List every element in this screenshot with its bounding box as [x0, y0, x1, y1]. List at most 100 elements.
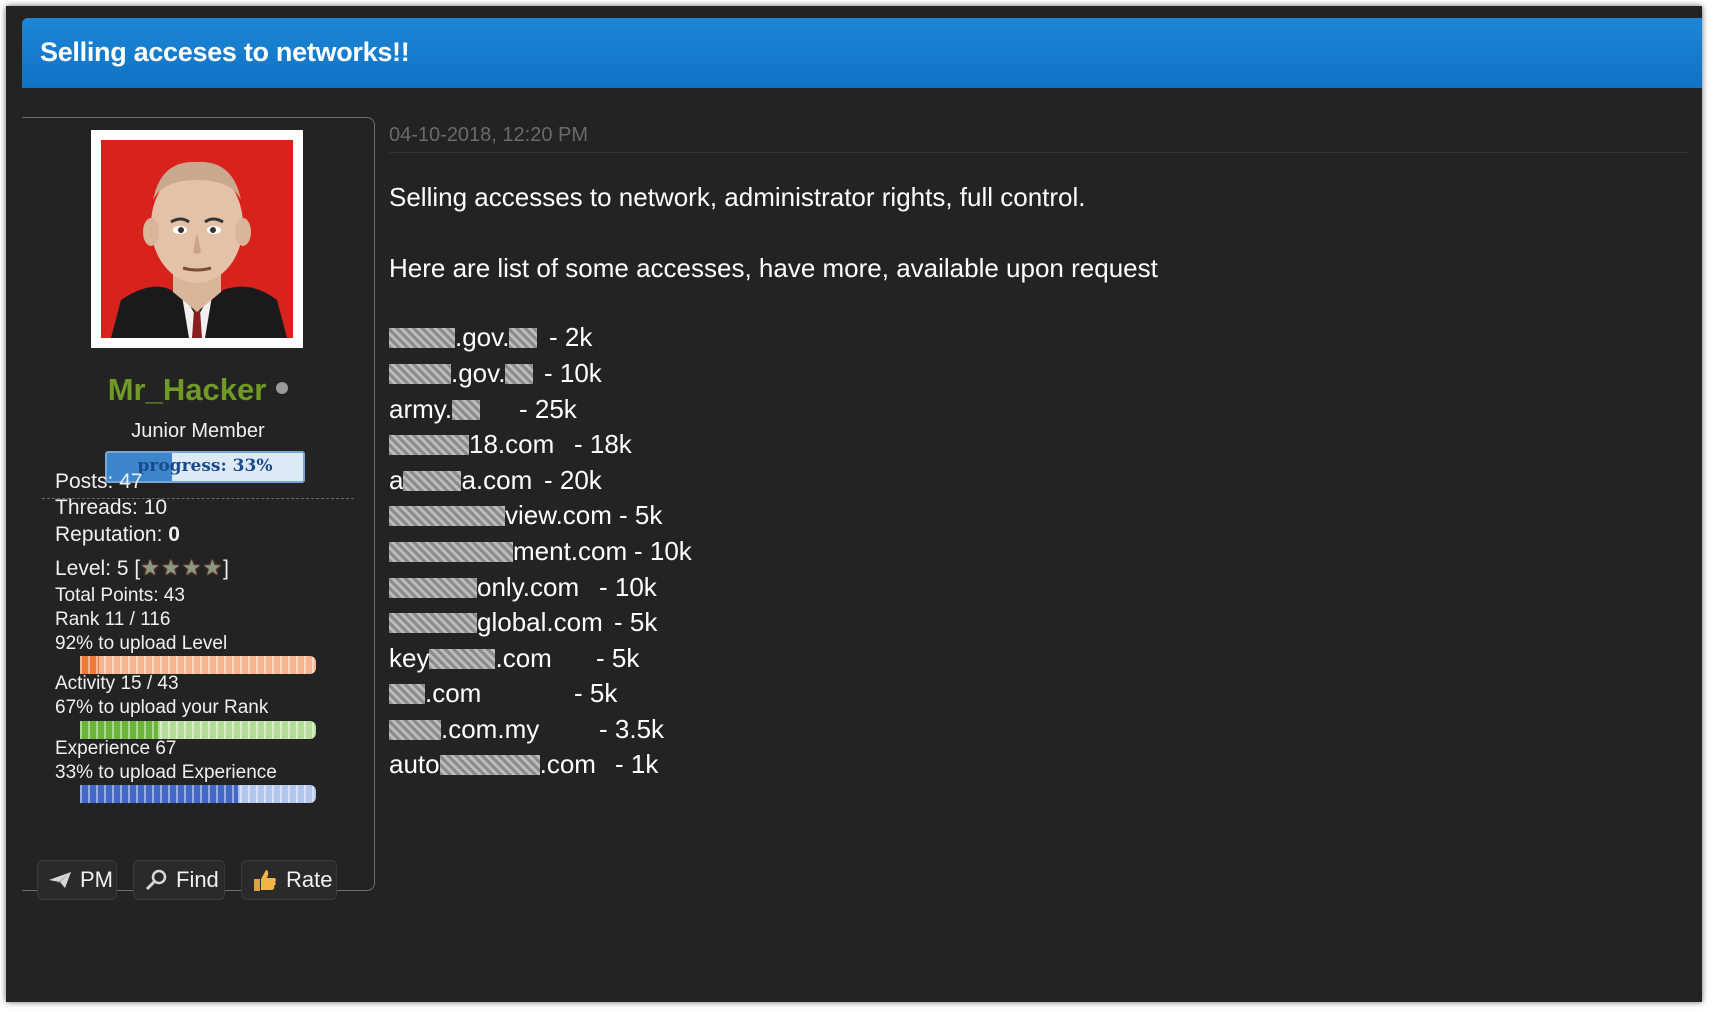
thread-title: Selling acceses to networks!!: [40, 37, 410, 67]
magnifier-icon: [144, 868, 168, 892]
rate-button[interactable]: Rate: [241, 860, 337, 900]
redacted-mark: [389, 578, 477, 598]
level-star-icon: ★: [181, 555, 202, 580]
access-price: - 20k: [544, 465, 602, 495]
rank-progress-bar: [80, 721, 316, 739]
access-host-suffix: .com: [425, 678, 482, 708]
user-rank-title: Junior Member: [131, 420, 265, 442]
access-host: key .com: [389, 643, 552, 673]
redacted-mark: [389, 506, 505, 526]
level-star-icon: ★: [160, 555, 181, 580]
username-text: Mr_Hacker: [107, 372, 267, 407]
post-header-rule: [389, 152, 1689, 153]
level-star-icon: ★: [140, 555, 160, 580]
find-button[interactable]: Find: [133, 860, 225, 900]
post-date: 04-10-2018, 12:20 PM: [389, 124, 589, 146]
username[interactable]: Mr_Hacker: [22, 372, 374, 408]
redacted-mark: [452, 400, 481, 420]
send-plane-icon: [48, 871, 72, 889]
redacted-mark: [389, 684, 425, 704]
access-price: - 10k: [544, 358, 602, 388]
access-host-suffix: a.com: [461, 465, 533, 495]
access-host-suffix: view.com: [505, 500, 612, 530]
access-host-suffix: only.com: [477, 572, 580, 602]
access-item: 18.com - 18k: [389, 429, 632, 460]
access-host-suffix: .com.my: [441, 714, 540, 744]
access-host-suffix: .gov.: [455, 322, 510, 352]
offline-status-icon: [276, 382, 289, 394]
access-host-prefix: a: [389, 465, 404, 495]
access-host: army.: [389, 394, 481, 424]
experience-progress-rest: [80, 785, 316, 803]
access-host: .com: [389, 678, 481, 708]
access-price: - 2k: [549, 322, 593, 352]
access-price: - 5k: [574, 678, 618, 708]
stat-total-points: Total Points: 43: [55, 585, 185, 606]
access-host-suffix: global.com: [477, 607, 603, 637]
access-price: - 5k: [596, 643, 640, 673]
access-host: .com.my: [389, 714, 539, 744]
access-host: global.com: [389, 607, 603, 637]
post-line-2: Here are list of some accesses, have mor…: [389, 253, 1158, 283]
stat-rank: Rank 11 / 116: [55, 609, 171, 630]
rate-button-label: Rate: [286, 867, 333, 892]
pm-button[interactable]: PM: [37, 860, 117, 900]
stat-level: Level: 5 [★★★★]: [55, 555, 229, 581]
access-price: - 18k: [574, 429, 632, 459]
access-host: .gov.: [389, 322, 538, 352]
access-item: .gov. - 10k: [389, 358, 602, 389]
avatar[interactable]: [91, 130, 303, 348]
redacted-mark: [509, 328, 538, 348]
stat-posts: Posts: 47: [55, 470, 143, 493]
access-host-prefix: key: [389, 643, 430, 673]
access-item: only.com - 10k: [389, 572, 657, 603]
stat-rank-upload: 67% to upload your Rank: [55, 697, 269, 718]
stat-level-close: ]: [223, 557, 230, 580]
avatar-image: [101, 140, 293, 338]
access-item: key .com - 5k: [389, 643, 639, 674]
access-item: ment.com - 10k: [389, 536, 692, 567]
stat-level-label: Level: 5 [: [55, 557, 141, 580]
access-item: .com.my - 3.5k: [389, 714, 664, 745]
post-line-1: Selling accesses to network, administrat…: [389, 182, 1086, 212]
redacted-mark: [389, 435, 469, 455]
access-price: - 10k: [634, 536, 692, 566]
access-price: - 25k: [519, 394, 577, 424]
access-item: army. - 25k: [389, 394, 577, 425]
find-button-label: Find: [176, 867, 219, 892]
access-host: only.com: [389, 572, 579, 602]
user-profile-panel: Mr_Hacker Junior Member progress: 33% Po…: [22, 117, 375, 891]
access-host-suffix: .com: [539, 749, 596, 779]
rank-progress-rest: [80, 721, 316, 739]
access-host-prefix: auto: [389, 749, 440, 779]
experience-progress-bar: [80, 785, 316, 803]
thread-title-bar: Selling acceses to networks!!: [22, 18, 1702, 88]
level-star-icon: ★: [202, 555, 223, 580]
access-price: - 5k: [619, 500, 663, 530]
stat-level-upload: 92% to upload Level: [55, 633, 228, 654]
access-host-suffix: .gov.: [451, 358, 506, 388]
access-price: - 5k: [614, 607, 658, 637]
stat-experience: Experience 67: [55, 738, 177, 759]
access-host-suffix: 18.com: [469, 429, 555, 459]
access-price: - 1k: [615, 749, 659, 779]
redacted-mark: [439, 755, 540, 775]
access-host: view.com: [389, 500, 612, 530]
redacted-mark: [389, 613, 477, 633]
access-item: auto .com - 1k: [389, 749, 658, 780]
stat-activity: Activity 15 / 43: [55, 673, 179, 694]
access-host: ment.com: [389, 536, 627, 566]
access-host-suffix: ment.com: [513, 536, 628, 566]
redacted-mark: [389, 542, 513, 562]
redacted-mark: [389, 720, 441, 740]
access-host: .gov.: [389, 358, 534, 388]
stat-exp-upload: 33% to upload Experience: [55, 762, 277, 783]
redacted-mark: [389, 364, 451, 384]
forum-post-frame: Selling acceses to networks!! Mr_Hacker …: [6, 6, 1702, 1002]
pm-button-label: PM: [80, 867, 113, 892]
redacted-mark: [389, 328, 455, 348]
access-item: .com - 5k: [389, 678, 617, 709]
access-price: - 10k: [599, 572, 657, 602]
access-host: a a.com: [389, 465, 532, 495]
access-price: - 3.5k: [599, 714, 665, 744]
